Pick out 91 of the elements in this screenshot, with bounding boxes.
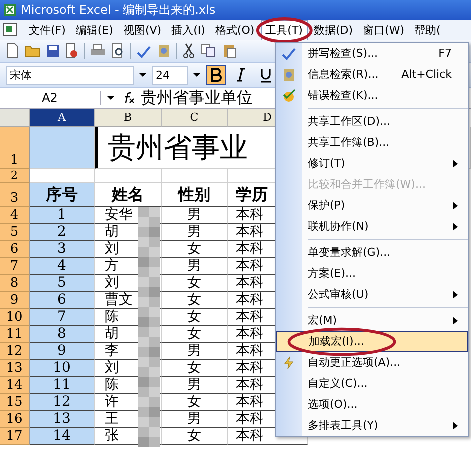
menu-item[interactable]: 共享工作簿(B)... [276,132,468,153]
submenu-arrow-icon [453,316,458,324]
print-preview-icon[interactable] [111,43,125,59]
row-header[interactable]: 9 [0,292,30,309]
menu-item[interactable]: 文件(F) [25,20,70,40]
bold-icon[interactable] [206,65,226,85]
submenu-arrow-icon [453,160,458,168]
paste-icon[interactable] [222,43,238,59]
dropdown-icon[interactable] [139,72,147,78]
row-header[interactable]: 6 [0,241,30,258]
spell-check-icon[interactable] [136,44,152,58]
window-title: Microsoft Excel - 编制导出来的.xls [21,2,216,18]
table-cell: 男 [162,411,228,428]
row-header[interactable]: 16 [0,411,30,428]
folder-icon[interactable] [25,44,41,58]
table-cell: 14 [30,428,95,445]
row-header[interactable]: 8 [0,275,30,292]
menu-item[interactable]: 信息检索(R)... Alt+Click [276,64,468,85]
table-cell: 6 [30,292,95,309]
font-size-field[interactable]: 24 [152,66,188,84]
submenu-arrow-icon [453,422,458,430]
table-cell: 13 [30,411,95,428]
table-cell: 4 [30,258,95,275]
table-cell: 女 [162,428,228,445]
row-header[interactable]: 4 [0,207,30,224]
spell-check-icon [281,46,297,60]
copy-icon[interactable] [201,44,217,58]
menu-item[interactable]: 插入(I) [168,20,210,40]
table-cell: 3 [30,241,95,258]
table-cell: 男 [162,224,228,241]
menu-item[interactable]: 帮助( [410,20,445,40]
table-cell: 女 [162,241,228,258]
dropdown-icon[interactable] [193,72,201,78]
selected-cell [30,127,95,169]
print-icon[interactable] [90,44,106,58]
spreadsheet-icon [3,3,17,17]
dropdown-icon[interactable] [107,95,115,101]
table-cell: 男 [162,207,228,224]
table-cell: 女 [162,309,228,326]
column-heading-cell: 序号 [30,183,95,207]
table-cell: 女 [162,394,228,411]
save-icon[interactable] [46,44,60,58]
submenu-arrow-icon [453,202,458,210]
lightning-icon [283,356,295,370]
column-header[interactable]: A [30,109,95,127]
menu-item[interactable]: 格式(O) [211,20,259,40]
row-header[interactable]: 13 [0,360,30,377]
table-cell: 10 [30,360,95,377]
row-header[interactable]: 10 [0,309,30,326]
table-cell: 8 [30,326,95,343]
menu-item[interactable]: 错误检查(K)... [276,85,468,106]
menu-item[interactable]: 拼写检查(S)... F7 [276,43,468,64]
table-cell: 女 [162,326,228,343]
table-cell: 2 [30,224,95,241]
row-header[interactable]: 3 [0,183,30,207]
table-cell: 女 [162,292,228,309]
column-header[interactable]: B [95,109,162,127]
scissors-icon[interactable] [182,43,196,59]
row-header[interactable]: 2 [0,169,30,183]
table-cell: 女 [162,360,228,377]
table-cell: 男 [162,258,228,275]
new-document-icon[interactable] [6,43,20,59]
table-cell: 7 [30,309,95,326]
menu-item[interactable]: 数据(D) [310,20,358,40]
table-cell: 11 [30,377,95,394]
table-cell: 12 [30,394,95,411]
row-header[interactable]: 5 [0,224,30,241]
menu-item[interactable]: 视图(V) [119,20,166,40]
table-cell: 女 [162,275,228,292]
row-header[interactable]: 7 [0,258,30,275]
row-header[interactable]: 1 [0,127,30,169]
workbook-icon[interactable] [3,23,19,37]
table-cell: 男 [162,343,228,360]
table-cell: 5 [30,275,95,292]
column-header[interactable]: C [162,109,228,127]
submenu-arrow-icon [453,222,458,230]
menu-item[interactable]: 编辑(E) [72,20,118,40]
row-header[interactable]: 17 [0,428,30,445]
name-box[interactable]: A2 [0,91,101,105]
submenu-arrow-icon [453,290,458,298]
font-field[interactable]: 宋体 [6,66,134,84]
row-header[interactable]: 12 [0,343,30,360]
row-header[interactable]: 11 [0,326,30,343]
menu-item[interactable]: 窗口(W) [359,20,408,40]
row-header[interactable]: 15 [0,394,30,411]
column-heading-cell: 性别 [162,183,228,207]
formula-input[interactable]: 贵州省事业单位 [141,88,253,108]
table-cell: 1 [30,207,95,224]
row-header[interactable]: 14 [0,377,30,394]
table-cell: 男 [162,377,228,394]
table-cell: 9 [30,343,95,360]
